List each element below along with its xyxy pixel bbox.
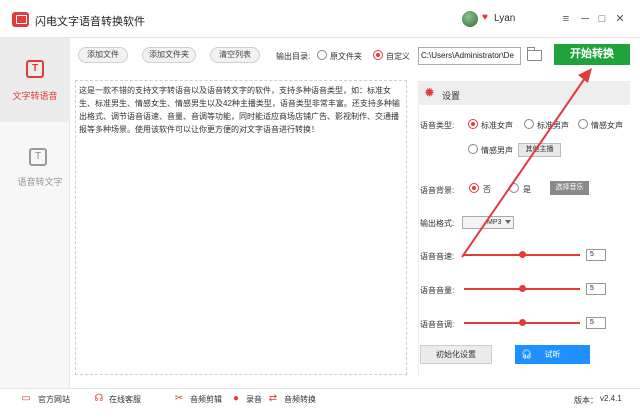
annotation-arrow	[461, 68, 592, 258]
